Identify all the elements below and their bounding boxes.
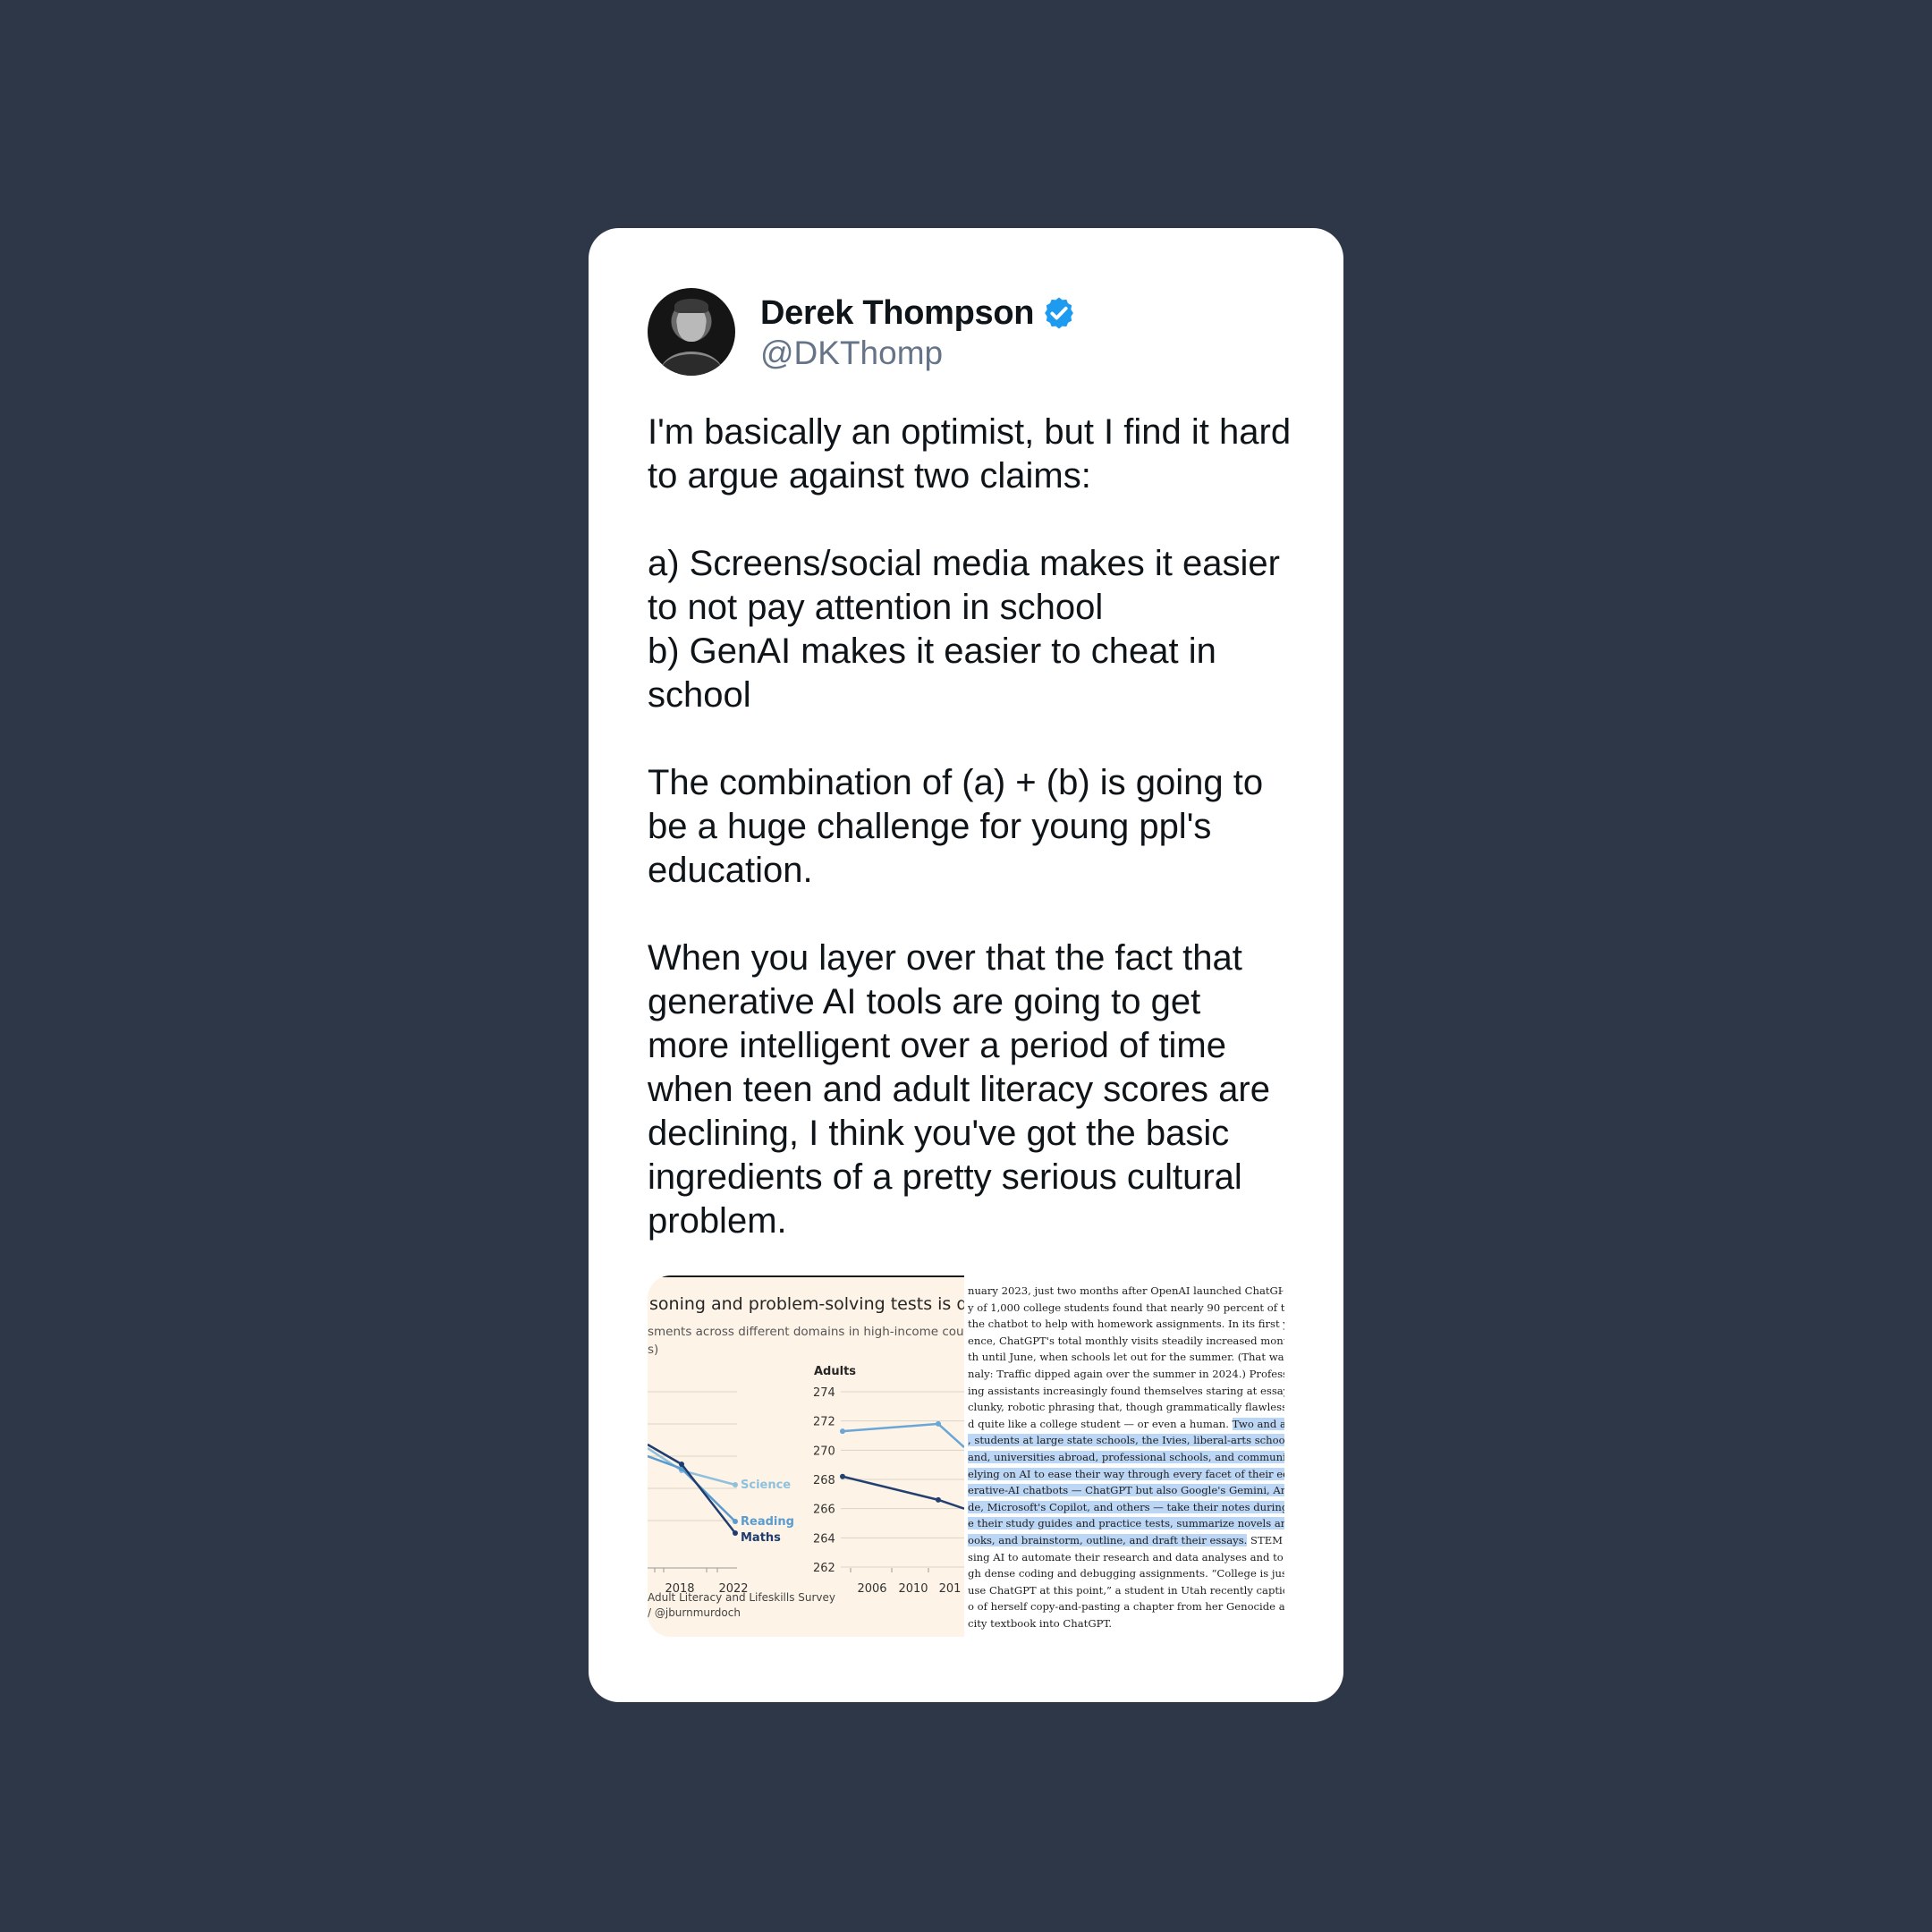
article-line: sing AI to automate their research and d… [968, 1550, 1284, 1563]
article-line: use ChatGPT at this point,” a student in… [968, 1583, 1284, 1597]
right-series-point [936, 1496, 941, 1503]
tweet-card: Derek Thompson @DKThomp I'm basically an… [589, 228, 1343, 1702]
chart-subtitle-2: s) [648, 1343, 658, 1357]
right-series-point [840, 1473, 845, 1479]
article-line: th until June, when schools let out for … [968, 1351, 1284, 1364]
left-series-point [679, 1462, 684, 1467]
article-line: o of herself copy-and-pasting a chapter … [968, 1600, 1284, 1614]
article-line: ing assistants increasingly found themse… [968, 1384, 1284, 1397]
left-series-label: Reading [741, 1515, 794, 1529]
right-series-point [840, 1428, 845, 1435]
article-line: elying on AI to ease their way through e… [968, 1466, 1284, 1483]
right-ytick-label: 270 [813, 1445, 835, 1458]
media-chart-image: soning and problem-solving tests is de s… [648, 1275, 978, 1637]
article-line: de, Microsoft's Copilot, and others — ta… [968, 1499, 1284, 1516]
right-ytick-label: 274 [813, 1386, 835, 1400]
article-line: y of 1,000 college students found that n… [968, 1301, 1284, 1314]
chart-credit: / @jburnmurdoch [648, 1606, 741, 1619]
article-line: , students at large state schools, the I… [968, 1432, 1284, 1449]
right-series-line [842, 1475, 965, 1510]
article-line: ence, ChatGPT's total monthly visits ste… [968, 1334, 1284, 1347]
chart-source: Adult Literacy and Lifeskills Survey [648, 1591, 835, 1604]
right-ytick-label: 266 [813, 1504, 835, 1517]
author-handle[interactable]: @DKThomp [760, 335, 1077, 372]
right-tick-label: 2006 [857, 1582, 886, 1596]
tweet-text: I'm basically an optimist, but I find it… [648, 412, 1292, 1241]
article-line: e their study guides and practice tests,… [968, 1515, 1284, 1532]
right-ytick-label: 264 [813, 1532, 835, 1546]
verified-badge-icon [1045, 297, 1074, 329]
left-series-point [733, 1530, 738, 1536]
left-panel: ScienceReadingMaths2018 2022 [648, 1391, 794, 1596]
author-names: Derek Thompson @DKThomp [760, 292, 1077, 372]
media-article-image: nuary 2023, just two months after OpenAI… [964, 1275, 1284, 1637]
left-series-label: Science [741, 1479, 791, 1492]
article-line: clunky, robotic phrasing that, though gr… [968, 1401, 1284, 1414]
left-series-label: Maths [741, 1531, 781, 1545]
avatar[interactable] [648, 288, 735, 376]
left-series-point [733, 1519, 738, 1524]
chart-title: soning and problem-solving tests is de [649, 1294, 964, 1314]
tweet-header: Derek Thompson @DKThomp [648, 287, 1284, 377]
right-ytick-label: 268 [813, 1474, 835, 1487]
left-series-point [733, 1482, 738, 1487]
article-line: city textbook into ChatGPT. [968, 1616, 1113, 1630]
right-tick-label: 201 [939, 1582, 962, 1596]
chart-panel-label: Adults [814, 1365, 856, 1378]
article-line: gh dense coding and debugging assignment… [968, 1567, 1284, 1580]
author-display-name[interactable]: Derek Thompson [760, 294, 1034, 333]
right-panel: 274 272 270 268 266 264 262 2006 2010 201 [813, 1386, 965, 1596]
article-line: erative-AI chatbots — ChatGPT but also G… [968, 1482, 1284, 1499]
right-ytick-label: 262 [813, 1562, 835, 1575]
article-line: nuary 2023, just two months after OpenAI… [968, 1284, 1284, 1297]
right-ytick-label: 272 [813, 1416, 835, 1429]
article-line: d quite like a college student — or even… [968, 1416, 1284, 1433]
article-line: and, universities abroad, professional s… [968, 1449, 1284, 1466]
article-line: ooks, and brainstorm, outline, and draft… [968, 1533, 1284, 1546]
right-tick-label: 2010 [898, 1582, 928, 1596]
right-series-point [936, 1420, 941, 1427]
tweet-media[interactable]: soning and problem-solving tests is de s… [648, 1275, 1284, 1637]
article-line: naly: Traffic dipped again over the summ… [968, 1367, 1284, 1380]
article-line: the chatbot to help with homework assign… [968, 1318, 1284, 1331]
line-chart: soning and problem-solving tests is de s… [648, 1294, 978, 1619]
right-series-line [842, 1422, 965, 1448]
chart-subtitle: sments across different domains in high-… [648, 1325, 964, 1339]
